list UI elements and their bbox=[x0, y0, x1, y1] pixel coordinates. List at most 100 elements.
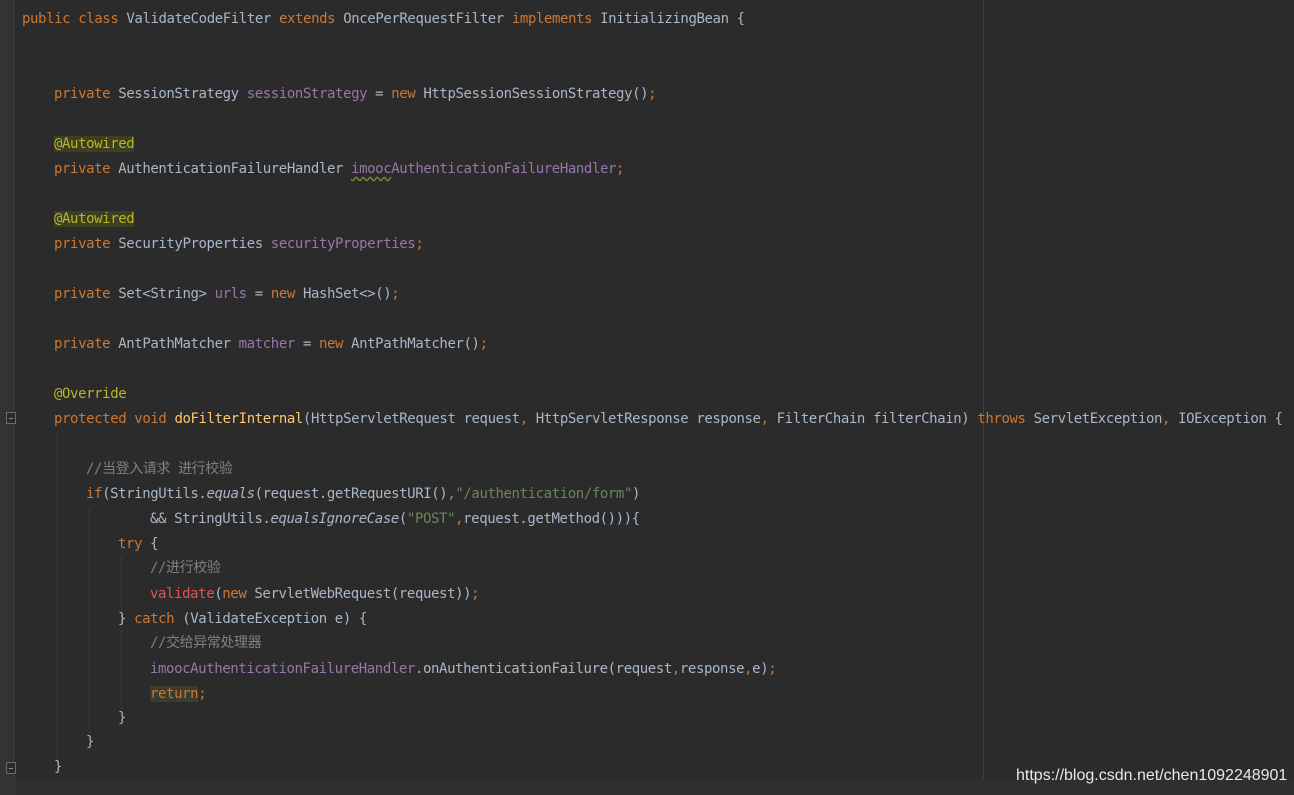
code-line-failure-handler: private AuthenticationFailureHandler imo… bbox=[54, 158, 624, 180]
comma: , bbox=[1162, 411, 1171, 427]
semicolon: ; bbox=[479, 336, 488, 352]
param: HttpServletResponse response bbox=[527, 411, 761, 427]
code-text: ( bbox=[398, 511, 407, 527]
code-area[interactable]: public class ValidateCodeFilter extends … bbox=[0, 0, 1294, 795]
constructor-call: HashSet<>() bbox=[302, 286, 392, 302]
keyword: new bbox=[222, 586, 247, 602]
brace: } bbox=[118, 710, 127, 726]
code-text: .onAuthenticationFailure(request bbox=[414, 661, 672, 677]
code-line-brace: } bbox=[54, 756, 62, 778]
keyword: private bbox=[54, 336, 111, 352]
comma: , bbox=[671, 661, 680, 677]
type: SessionStrategy bbox=[118, 86, 239, 102]
keyword: new bbox=[318, 336, 344, 352]
class-name: ValidateCodeFilter bbox=[126, 11, 271, 27]
param: FilterChain filterChain) bbox=[768, 411, 978, 427]
annotation: @Autowired bbox=[54, 211, 135, 227]
code-line-comment: //当登入请求 进行校验 bbox=[86, 458, 233, 480]
type: Set<String> bbox=[118, 286, 207, 302]
keyword: protected bbox=[54, 411, 127, 427]
brace: } bbox=[86, 734, 95, 750]
constructor-call: AntPathMatcher() bbox=[351, 336, 480, 352]
keyword: void bbox=[134, 411, 167, 427]
code-text: response bbox=[679, 661, 745, 677]
code-line-annotation: @Autowired bbox=[54, 208, 135, 230]
superclass: OncePerRequestFilter bbox=[343, 11, 504, 27]
semicolon: ; bbox=[648, 86, 657, 102]
comma: , bbox=[455, 511, 464, 527]
operator: = bbox=[302, 336, 311, 352]
code-line-urls: private Set<String> urls = new HashSet<>… bbox=[54, 283, 400, 305]
code-line-annotation: @Override bbox=[54, 383, 127, 405]
type: AntPathMatcher bbox=[118, 336, 231, 352]
exception: ServletException bbox=[1025, 411, 1163, 427]
code-line-return: return; bbox=[150, 683, 207, 705]
keyword: extends bbox=[278, 11, 336, 27]
comma: , bbox=[744, 661, 753, 677]
interface: InitializingBean bbox=[600, 11, 729, 27]
constructor-call: HttpSessionSessionStrategy() bbox=[423, 86, 649, 102]
code-line-comment: //交给异常处理器 bbox=[150, 632, 262, 654]
keyword: catch bbox=[134, 611, 175, 627]
type: SecurityProperties bbox=[118, 236, 263, 252]
keyword: class bbox=[78, 11, 119, 27]
keyword: throws bbox=[977, 411, 1026, 427]
field: imoocAuthenticationFailureHandler bbox=[150, 661, 415, 677]
code-text: (request.getRequestURI() bbox=[254, 486, 448, 502]
method-call: validate bbox=[150, 586, 215, 602]
code-line-catch: } catch (ValidateException e) { bbox=[118, 608, 367, 630]
field: urls bbox=[214, 286, 248, 302]
field: AuthenticationFailureHandler bbox=[391, 161, 617, 177]
comment: //进行校验 bbox=[150, 560, 221, 576]
brace: } bbox=[118, 611, 135, 627]
keyword-highlighted: return bbox=[150, 686, 199, 702]
exception: IOException { bbox=[1170, 411, 1283, 427]
code-text: request.getMethod())){ bbox=[463, 511, 640, 527]
code-line-class-declaration: public class ValidateCodeFilter extends … bbox=[22, 8, 745, 30]
code-line-session-strategy: private SessionStrategy sessionStrategy … bbox=[54, 83, 657, 105]
operator: = bbox=[375, 86, 384, 102]
keyword: try bbox=[118, 536, 143, 552]
keyword: private bbox=[54, 161, 111, 177]
method-name: doFilterInternal bbox=[174, 411, 303, 427]
keyword: public bbox=[22, 11, 71, 27]
code-text: ) bbox=[632, 486, 641, 502]
static-method: equals bbox=[206, 486, 255, 502]
field: sessionStrategy bbox=[246, 86, 368, 102]
comma: , bbox=[519, 411, 528, 427]
static-method: equalsIgnoreCase bbox=[270, 511, 399, 527]
keyword: implements bbox=[511, 11, 593, 27]
type: AuthenticationFailureHandler bbox=[118, 161, 344, 177]
code-line-if: if(StringUtils.equals(request.getRequest… bbox=[86, 483, 640, 505]
annotation: @Override bbox=[54, 386, 127, 402]
field: securityProperties bbox=[270, 236, 416, 252]
code-text: ServletWebRequest(request)) bbox=[246, 586, 472, 602]
semicolon: ; bbox=[616, 161, 625, 177]
semicolon: ; bbox=[768, 661, 777, 677]
code-editor[interactable]: public class ValidateCodeFilter extends … bbox=[0, 0, 1294, 795]
param: (HttpServletRequest request bbox=[302, 411, 520, 427]
keyword: private bbox=[54, 236, 111, 252]
keyword: private bbox=[54, 86, 111, 102]
brace: } bbox=[54, 759, 63, 775]
comma: , bbox=[760, 411, 769, 427]
semicolon: ; bbox=[198, 686, 207, 702]
operator: = bbox=[254, 286, 263, 302]
semicolon: ; bbox=[415, 236, 424, 252]
code-text: (ValidateException e) { bbox=[174, 611, 367, 627]
brace: { bbox=[142, 536, 159, 552]
code-line-brace: } bbox=[118, 707, 126, 729]
comment: //当登入请求 进行校验 bbox=[86, 461, 233, 477]
code-text: (StringUtils. bbox=[102, 486, 207, 502]
code-text: e) bbox=[752, 661, 769, 677]
semicolon: ; bbox=[471, 586, 480, 602]
code-line-comment: //进行校验 bbox=[150, 557, 221, 579]
keyword: private bbox=[54, 286, 111, 302]
string-literal: "/authentication/form" bbox=[455, 486, 632, 502]
string-literal: "POST" bbox=[406, 511, 456, 527]
field: matcher bbox=[238, 336, 296, 352]
field-typo-highlight: imooc bbox=[351, 161, 392, 177]
code-line-method-signature: protected void doFilterInternal(HttpServ… bbox=[54, 408, 1283, 430]
code-line-matcher: private AntPathMatcher matcher = new Ant… bbox=[54, 333, 488, 355]
keyword: new bbox=[270, 286, 295, 302]
